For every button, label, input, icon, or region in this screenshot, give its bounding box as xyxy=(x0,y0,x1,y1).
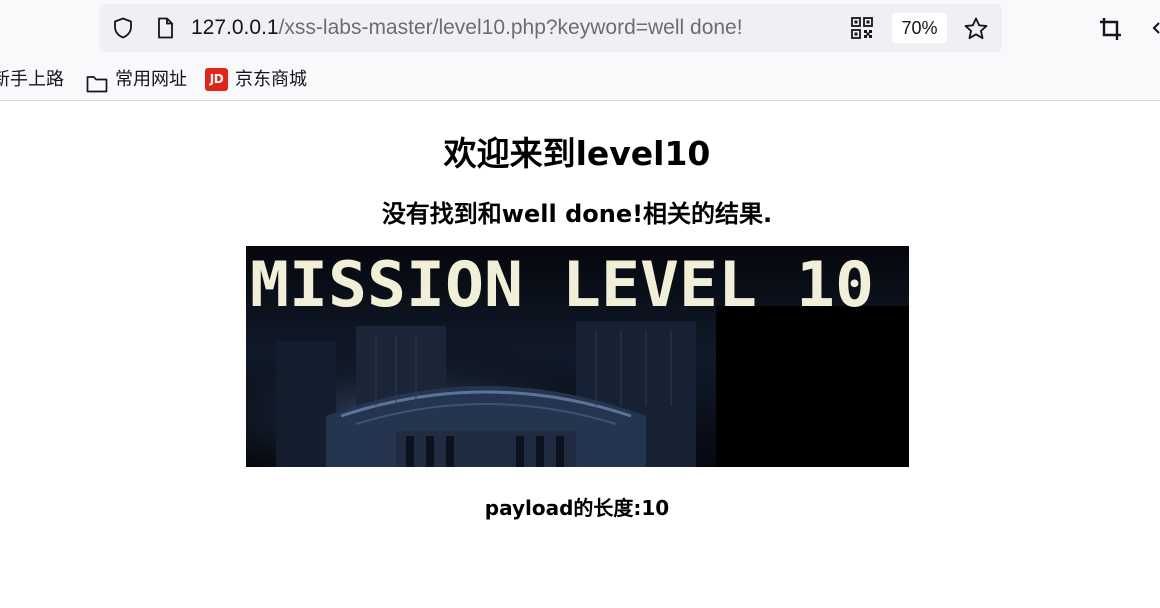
page-content: 欢迎来到level10 没有找到和well done!相关的结果. MISSIO… xyxy=(0,101,1160,608)
bookmark-label: 京东商城 xyxy=(235,69,307,89)
bookmarks-toolbar: 新手上路 常用网址 JD 京东商城 xyxy=(0,62,1160,96)
bookmark-label: 新手上路 xyxy=(0,69,64,89)
url-path: /xss-labs-master/level10.php?keyword=wel… xyxy=(278,16,743,39)
star-icon[interactable] xyxy=(963,16,989,42)
address-bar[interactable]: 127.0.0.1/xss-labs-master/level10.php?ke… xyxy=(99,4,1002,52)
url-host: 127.0.0.1 xyxy=(191,16,279,39)
bookmark-folder-common-sites[interactable]: 常用网址 xyxy=(86,62,187,96)
bookmark-label: 常用网址 xyxy=(115,69,187,89)
page-title: 欢迎来到level10 xyxy=(443,134,711,173)
browser-toolbar: 127.0.0.1/xss-labs-master/level10.php?ke… xyxy=(0,0,1160,101)
shield-icon[interactable] xyxy=(111,16,135,40)
search-result-message: 没有找到和well done!相关的结果. xyxy=(381,200,773,228)
qr-code-icon[interactable] xyxy=(851,17,873,39)
mission-level-banner-image: MISSION LEVEL 10 xyxy=(246,246,909,467)
jd-icon: JD xyxy=(205,67,228,91)
banner-title-text: MISSION LEVEL 10 xyxy=(250,248,874,321)
folder-icon xyxy=(86,70,108,93)
bookmark-jd[interactable]: JD 京东商城 xyxy=(205,62,307,96)
zoom-level-badge[interactable]: 70% xyxy=(892,13,947,43)
crop-icon[interactable] xyxy=(1098,16,1124,42)
payload-length-text: payload的长度:10 xyxy=(484,496,670,520)
extensions-overflow-icon[interactable] xyxy=(1150,17,1160,39)
page-icon xyxy=(153,16,177,40)
bookmark-newbie[interactable]: 新手上路 xyxy=(0,62,64,96)
url-text[interactable]: 127.0.0.1/xss-labs-master/level10.php?ke… xyxy=(191,14,743,42)
